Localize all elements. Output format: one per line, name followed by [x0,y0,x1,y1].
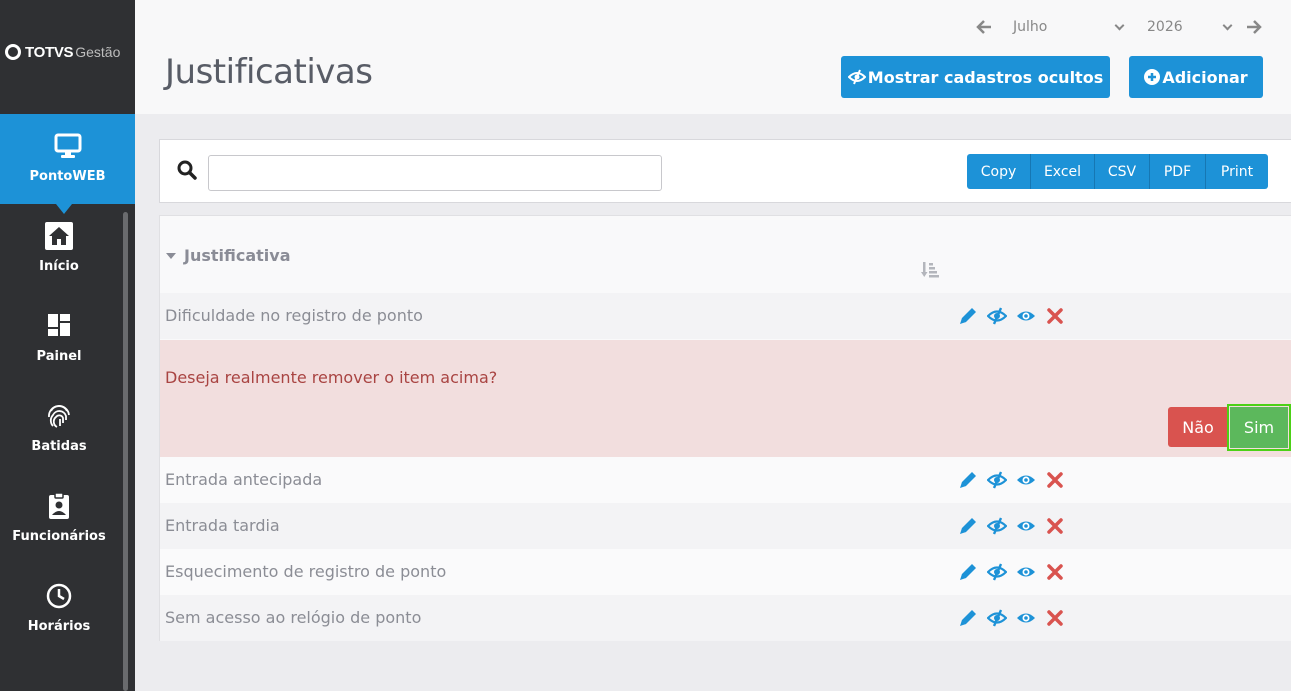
confirm-button-highlight: Sim [1227,404,1291,451]
show-hidden-label: Mostrar cadastros ocultos [867,67,1104,87]
copy-button[interactable]: Copy [967,154,1031,189]
monitor-icon [0,132,135,162]
page-title: Justificativas [165,52,373,92]
month-select[interactable]: Julho [1013,19,1125,35]
delete-x-icon[interactable] [1044,607,1066,629]
view-eye-icon[interactable] [1015,469,1037,491]
row-actions [957,469,1073,491]
table-row: Entrada tardia [160,503,1291,549]
delete-x-icon[interactable] [1044,469,1066,491]
search-input[interactable] [208,155,662,191]
add-label: Adicionar [1162,67,1248,87]
search-icon [177,160,197,184]
cancel-button[interactable]: Não [1168,407,1228,447]
row-actions [957,561,1073,583]
edit-pencil-icon[interactable] [957,561,979,583]
print-button[interactable]: Print [1206,154,1268,189]
sidebar-item-label: Batidas [31,439,87,454]
add-button[interactable]: Adicionar [1129,56,1263,98]
edit-pencil-icon[interactable] [957,607,979,629]
view-eye-icon[interactable] [1015,305,1037,327]
year-select-value: 2026 [1147,19,1183,35]
eye-slash-icon [847,69,866,85]
plus-circle-icon [1144,69,1161,85]
arrow-left-icon[interactable] [973,16,995,38]
table-row: Dificuldade no registro de ponto [160,293,1291,339]
row-actions [957,305,1073,327]
excel-button[interactable]: Excel [1031,154,1095,189]
table-row: Entrada antecipada [160,457,1291,503]
sort-icon[interactable] [921,261,939,283]
sidebar: TOTVS Gestão PontoWEB Início Painel Bati… [0,0,135,691]
clock-icon [0,582,118,612]
home-icon [0,222,118,252]
sidebar-item-label: Funcionários [12,529,106,544]
logo-product-text: Gestão [75,44,121,60]
hide-eye-slash-icon[interactable] [986,515,1008,537]
search-panel: Copy Excel CSV PDF Print [159,139,1291,203]
delete-x-icon[interactable] [1044,561,1066,583]
logo-brand-text: TOTVS [25,43,74,61]
row-label: Entrada antecipada [165,470,323,489]
justificativas-table: Justificativa Dificuldade no registro de… [159,215,1291,641]
view-eye-icon[interactable] [1015,607,1037,629]
csv-button[interactable]: CSV [1095,154,1150,189]
sidebar-item-label: Painel [36,349,82,364]
table-row: Esquecimento de registro de ponto [160,549,1291,595]
pdf-button[interactable]: PDF [1150,154,1206,189]
id-badge-icon [0,492,118,522]
caret-down-icon [166,252,176,259]
view-eye-icon[interactable] [1015,561,1037,583]
row-actions [957,607,1073,629]
dashboard-icon [0,312,118,342]
export-button-group: Copy Excel CSV PDF Print [967,154,1268,189]
hide-eye-slash-icon[interactable] [986,561,1008,583]
chevron-down-icon [1222,20,1233,30]
hide-eye-slash-icon[interactable] [986,305,1008,327]
hide-eye-slash-icon[interactable] [986,469,1008,491]
row-label: Sem acesso ao relógio de ponto [165,608,422,627]
sidebar-item-horarios[interactable]: Horários [0,564,118,654]
sidebar-item-inicio[interactable]: Início [0,204,118,294]
view-eye-icon[interactable] [1015,515,1037,537]
confirm-button[interactable]: Sim [1230,407,1288,448]
confirm-message: Deseja realmente remover o item acima? [165,368,498,387]
group-header[interactable]: Justificativa [166,246,291,265]
month-navigator: Julho 2026 [973,14,1265,40]
sidebar-item-funcionarios[interactable]: Funcionários [0,474,118,564]
sidebar-item-pontoweb[interactable]: PontoWEB [0,114,135,214]
row-label: Dificuldade no registro de ponto [165,306,423,325]
totvs-logo: TOTVS Gestão [5,42,120,62]
hide-eye-slash-icon[interactable] [986,607,1008,629]
arrow-right-icon[interactable] [1243,16,1265,38]
delete-x-icon[interactable] [1044,515,1066,537]
sidebar-item-label: Início [39,259,79,274]
row-actions [957,515,1073,537]
fingerprint-icon [0,402,118,432]
row-label: Esquecimento de registro de ponto [165,562,447,581]
totvs-logo-icon [5,44,21,60]
row-label: Entrada tardia [165,516,280,535]
sidebar-item-batidas[interactable]: Batidas [0,384,118,474]
edit-pencil-icon[interactable] [957,469,979,491]
edit-pencil-icon[interactable] [957,305,979,327]
delete-x-icon[interactable] [1044,305,1066,327]
confirm-remove-row: Deseja realmente remover o item acima? N… [160,340,1291,457]
sidebar-item-label: Horários [27,619,91,634]
show-hidden-button[interactable]: Mostrar cadastros ocultos [841,56,1110,98]
edit-pencil-icon[interactable] [957,515,979,537]
table-row: Sem acesso ao relógio de ponto [160,595,1291,641]
page-header: Justificativas Julho 2026 Mostrar cadast… [135,0,1291,114]
year-select[interactable]: 2026 [1147,19,1233,35]
month-select-value: Julho [1013,19,1048,35]
group-header-label: Justificativa [184,246,291,265]
sidebar-item-label: PontoWEB [29,169,106,184]
chevron-down-icon [1114,20,1125,30]
sidebar-scrollbar[interactable] [123,212,128,691]
sidebar-item-painel[interactable]: Painel [0,294,118,384]
